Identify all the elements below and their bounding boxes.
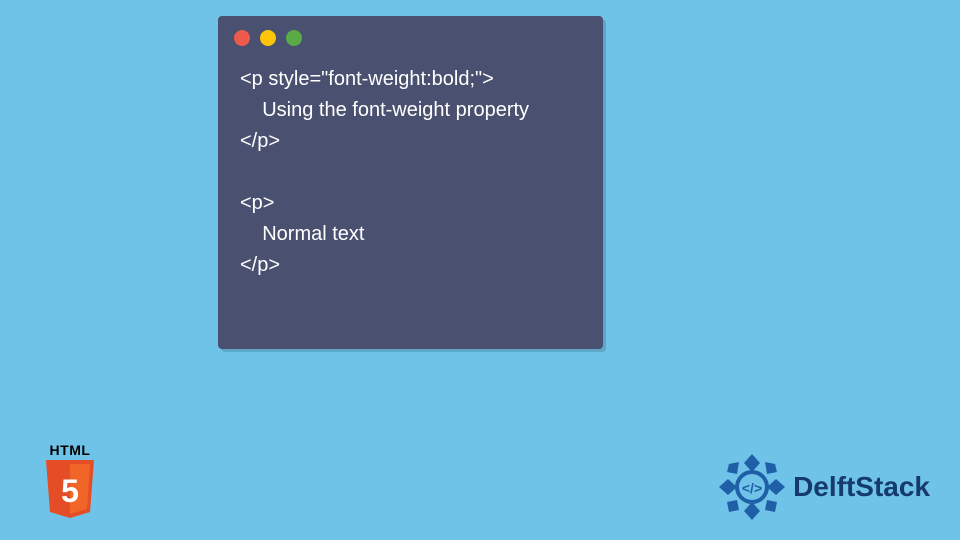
html5-number: 5 — [61, 473, 79, 509]
html5-label: HTML — [40, 442, 100, 458]
close-icon — [234, 30, 250, 46]
delftstack-watermark: </> DelftStack — [717, 452, 930, 522]
code-block: <p style="font-weight:bold;"> Using the … — [218, 52, 603, 293]
delftstack-text: DelftStack — [793, 471, 930, 503]
delftstack-logo-icon: </> — [717, 452, 787, 522]
html5-shield-icon: 5 — [44, 460, 96, 518]
window-titlebar — [218, 16, 603, 52]
html5-badge: HTML 5 — [40, 442, 100, 518]
svg-text:</>: </> — [742, 480, 762, 496]
minimize-icon — [260, 30, 276, 46]
code-window: <p style="font-weight:bold;"> Using the … — [218, 16, 603, 349]
maximize-icon — [286, 30, 302, 46]
